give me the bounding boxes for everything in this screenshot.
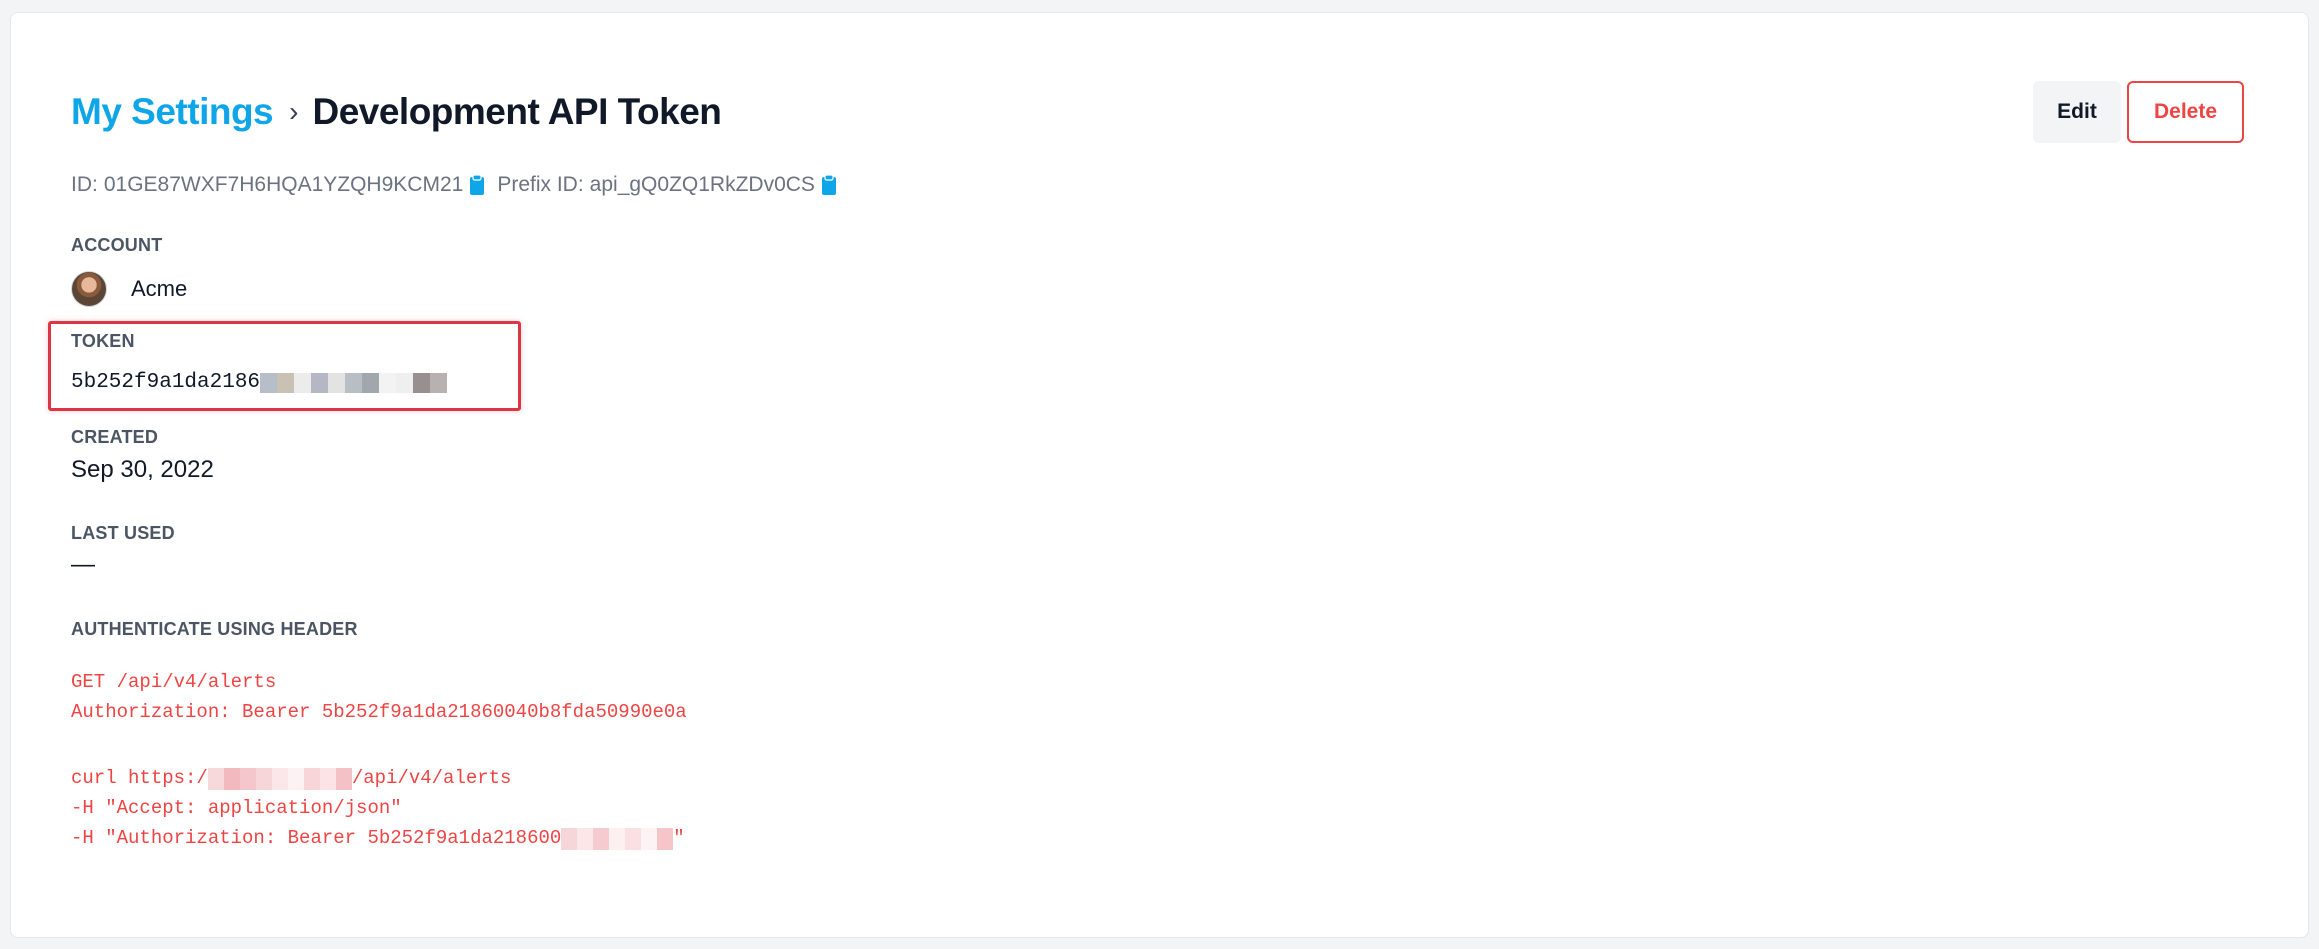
created-date: Sep 30, 2022 — [71, 456, 214, 483]
account-row: Acme — [71, 271, 187, 307]
code-line-get: GET /api/v4/alerts — [71, 671, 277, 693]
auth-header-prefix: -H "Authorization: Bearer 5b252f9a1da218… — [71, 827, 562, 849]
id-label: ID: — [71, 173, 98, 196]
token-label: TOKEN — [71, 331, 135, 351]
code-line-curl: curl https:/ /api/v4/alerts — [71, 763, 687, 793]
copy-id-clipboard-icon[interactable] — [469, 174, 485, 196]
bearer-redaction — [561, 828, 674, 850]
id-row: ID: 01GE87WXF7H6HQA1YZQH9KCM21 Prefix ID… — [71, 173, 837, 197]
avatar — [71, 271, 107, 307]
prefix-id-label: Prefix ID: — [497, 173, 584, 196]
breadcrumb-separator: › — [289, 96, 299, 127]
action-buttons: Edit Delete — [2033, 81, 2244, 143]
copy-prefix-id-clipboard-icon[interactable] — [821, 174, 837, 196]
curl-prefix: curl https:/ — [71, 767, 208, 789]
code-line-authorization: Authorization: Bearer 5b252f9a1da2186004… — [71, 701, 687, 723]
edit-button[interactable]: Edit — [2033, 81, 2121, 143]
account-label: ACCOUNT — [71, 235, 163, 255]
code-line-accept: -H "Accept: application/json" — [71, 797, 402, 819]
token-detail-card: My Settings › Development API Token Edit… — [10, 12, 2309, 938]
breadcrumb-my-settings-link[interactable]: My Settings — [71, 91, 274, 133]
token-visible-text: 5b252f9a1da2186 — [71, 371, 261, 394]
account-name: Acme — [131, 276, 188, 301]
token-value[interactable]: 5b252f9a1da2186 — [71, 371, 448, 394]
auth-header-suffix: " — [673, 827, 685, 849]
curl-suffix: /api/v4/alerts — [351, 767, 512, 789]
prefix-id-value: api_gQ0ZQ1RkZDv0CS — [589, 173, 815, 196]
delete-button[interactable]: Delete — [2127, 81, 2244, 143]
url-redaction — [207, 768, 352, 790]
last-used-label: LAST USED — [71, 523, 175, 543]
created-label: CREATED — [71, 427, 159, 447]
last-used-value: — — [71, 551, 95, 578]
page-title: Development API Token — [312, 91, 722, 132]
token-redaction — [260, 372, 448, 393]
breadcrumb: My Settings › Development API Token — [71, 91, 722, 133]
code-line-auth-header: -H "Authorization: Bearer 5b252f9a1da218… — [71, 823, 687, 853]
auth-code-block: GET /api/v4/alerts Authorization: Bearer… — [71, 667, 687, 853]
id-value: 01GE87WXF7H6HQA1YZQH9KCM21 — [103, 173, 464, 196]
auth-header-label: AUTHENTICATE USING HEADER — [71, 619, 358, 639]
